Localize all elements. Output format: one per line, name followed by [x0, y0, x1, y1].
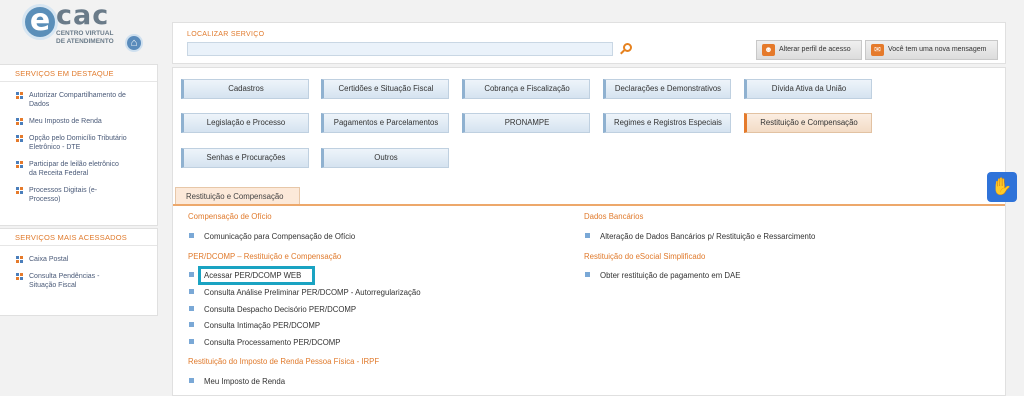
- service-grid-icon: [16, 118, 23, 125]
- bullet-icon: [189, 233, 194, 238]
- category-pagamentos[interactable]: Pagamentos e Parcelamentos: [321, 113, 449, 133]
- link-intimacao[interactable]: Consulta Intimação PER/DCOMP: [188, 321, 320, 330]
- category-outros[interactable]: Outros: [321, 148, 449, 168]
- sidebar-item-meu-imposto[interactable]: Meu Imposto de Renda: [16, 117, 156, 126]
- sign-language-button[interactable]: ✋: [987, 172, 1017, 202]
- link-despacho-decisorio[interactable]: Consulta Despacho Decisório PER/DCOMP: [188, 305, 356, 314]
- group-irpf: Restituição do Imposto de Renda Pessoa F…: [188, 357, 380, 366]
- change-profile-label: Alterar perfil de acesso: [779, 46, 851, 53]
- service-grid-icon: [16, 92, 23, 99]
- group-perdcomp: PER/DCOMP – Restituição e Compensação: [188, 252, 342, 261]
- bullet-icon: [189, 322, 194, 327]
- mail-icon: ✉: [871, 44, 884, 56]
- link-label: Consulta Processamento PER/DCOMP: [204, 338, 341, 347]
- category-senhas[interactable]: Senhas e Procurações: [181, 148, 309, 168]
- link-label: Consulta Análise Preliminar PER/DCOMP - …: [204, 288, 421, 297]
- service-grid-icon: [16, 273, 23, 280]
- sidebar-most-accessed-title: SERVIÇOS MAIS ACESSADOS: [0, 229, 157, 246]
- sidebar-item-label: Eletrônico - DTE: [29, 144, 81, 151]
- link-alteracao-dados-bancarios[interactable]: Alteração de Dados Bancários p/ Restitui…: [584, 232, 815, 241]
- search-input[interactable]: [187, 42, 613, 56]
- logo-subtitle: CENTRO VIRTUAL DE ATENDIMENTO: [56, 30, 114, 46]
- change-profile-button[interactable]: ☻ Alterar perfil de acesso: [756, 40, 862, 60]
- sidebar-item-leilao[interactable]: Participar de leilão eletrônico da Recei…: [16, 160, 156, 178]
- sidebar-item-label: Consulta Pendências -: [29, 273, 100, 280]
- service-grid-icon: [16, 256, 23, 263]
- sidebar-item-label: Autorizar Compartilhamento de: [29, 92, 126, 99]
- sidebar-item-pendencias[interactable]: Consulta Pendências - Situação Fiscal: [16, 272, 156, 290]
- sidebar-featured-services: SERVIÇOS EM DESTAQUE Autorizar Compartil…: [0, 64, 158, 226]
- sidebar-item-label: Situação Fiscal: [29, 282, 77, 289]
- bullet-icon: [189, 272, 194, 277]
- service-grid-icon: [16, 161, 23, 168]
- link-label: Meu Imposto de Renda: [204, 377, 286, 386]
- link-comunicacao-compensacao[interactable]: Comunicação para Compensação de Ofício: [188, 232, 355, 241]
- sidebar-item-label: Opção pelo Domicílio Tributário: [29, 135, 127, 142]
- category-cadastros[interactable]: Cadastros: [181, 79, 309, 99]
- group-dados-bancarios: Dados Bancários: [584, 212, 644, 221]
- ecac-logo[interactable]: e cac CENTRO VIRTUAL DE ATENDIMENTO: [22, 0, 122, 54]
- new-message-label: Você tem uma nova mensagem: [888, 46, 987, 53]
- category-legislacao[interactable]: Legislação e Processo: [181, 113, 309, 133]
- category-regimes[interactable]: Regimes e Registros Especiais: [603, 113, 731, 133]
- group-esocial: Restituição do eSocial Simplificado: [584, 252, 706, 261]
- sidebar-item-label: Processos Digitais (e-: [29, 187, 98, 194]
- link-analise-preliminar[interactable]: Consulta Análise Preliminar PER/DCOMP - …: [188, 288, 421, 297]
- sidebar-item-label: da Receita Federal: [29, 170, 89, 177]
- group-compensacao-oficio: Compensação de Ofício: [188, 212, 272, 221]
- home-button[interactable]: ⌂: [125, 34, 143, 52]
- link-label: Consulta Intimação PER/DCOMP: [204, 321, 321, 330]
- home-icon: ⌂: [130, 37, 138, 49]
- bullet-icon: [189, 378, 194, 383]
- sidebar-item-label: Processo): [29, 196, 61, 203]
- logo-subtitle-line2: DE ATENDIMENTO: [56, 38, 114, 45]
- link-processamento[interactable]: Consulta Processamento PER/DCOMP: [188, 338, 341, 347]
- sidebar-featured-title: SERVIÇOS EM DESTAQUE: [0, 65, 157, 82]
- category-cobranca[interactable]: Cobrança e Fiscalização: [462, 79, 590, 99]
- sidebar-item-label: Caixa Postal: [29, 256, 69, 263]
- bullet-icon: [189, 289, 194, 294]
- search-icon[interactable]: [620, 43, 632, 55]
- link-meu-imposto-renda[interactable]: Meu Imposto de Renda: [188, 377, 285, 386]
- sidebar-item-label: Meu Imposto de Renda: [29, 118, 102, 125]
- category-declaracoes[interactable]: Declarações e Demonstrativos: [603, 79, 731, 99]
- section-divider: [173, 204, 1005, 206]
- bullet-icon: [189, 306, 194, 311]
- new-message-button[interactable]: ✉ Você tem uma nova mensagem: [865, 40, 998, 60]
- link-label: Consulta Despacho Decisório PER/DCOMP: [204, 305, 357, 314]
- sign-language-icon: ✋: [991, 177, 1013, 196]
- bullet-icon: [585, 233, 590, 238]
- bullet-icon: [189, 339, 194, 344]
- sidebar-item-label: Participar de leilão eletrônico: [29, 161, 119, 168]
- sidebar-item-dte[interactable]: Opção pelo Domicílio Tributário Eletrôni…: [16, 134, 156, 152]
- search-label: LOCALIZAR SERVIÇO: [187, 31, 265, 38]
- category-pronampe[interactable]: PRONAMPE: [462, 113, 590, 133]
- logo-name: cac: [56, 0, 110, 31]
- category-divida-ativa[interactable]: Dívida Ativa da União: [744, 79, 872, 99]
- category-certidoes[interactable]: Certidões e Situação Fiscal: [321, 79, 449, 99]
- highlight-box: [198, 266, 315, 285]
- logo-subtitle-line1: CENTRO VIRTUAL: [56, 30, 114, 37]
- tab-restituicao-compensacao[interactable]: Restituição e Compensação: [175, 187, 300, 205]
- sidebar-item-eprocesso[interactable]: Processos Digitais (e- Processo): [16, 186, 156, 204]
- search-bar: LOCALIZAR SERVIÇO ☻ Alterar perfil de ac…: [172, 22, 1006, 64]
- link-restituicao-dae[interactable]: Obter restituição de pagamento em DAE: [584, 271, 740, 280]
- main-panel: Cadastros Certidões e Situação Fiscal Co…: [172, 67, 1006, 396]
- service-grid-icon: [16, 135, 23, 142]
- users-icon: ☻: [762, 44, 775, 56]
- link-label: Comunicação para Compensação de Ofício: [204, 232, 356, 241]
- bullet-icon: [585, 272, 590, 277]
- sidebar-item-label: Dados: [29, 101, 50, 108]
- category-restituicao[interactable]: Restituição e Compensação: [744, 113, 872, 133]
- link-label: Alteração de Dados Bancários p/ Restitui…: [600, 232, 816, 241]
- link-label: Obter restituição de pagamento em DAE: [600, 271, 741, 280]
- logo-e-mark: e: [22, 4, 58, 40]
- sidebar-most-accessed: SERVIÇOS MAIS ACESSADOS Caixa Postal Con…: [0, 228, 158, 316]
- service-grid-icon: [16, 187, 23, 194]
- sidebar-item-caixa-postal[interactable]: Caixa Postal: [16, 255, 156, 264]
- sidebar-item-autorizar[interactable]: Autorizar Compartilhamento de Dados: [16, 91, 156, 109]
